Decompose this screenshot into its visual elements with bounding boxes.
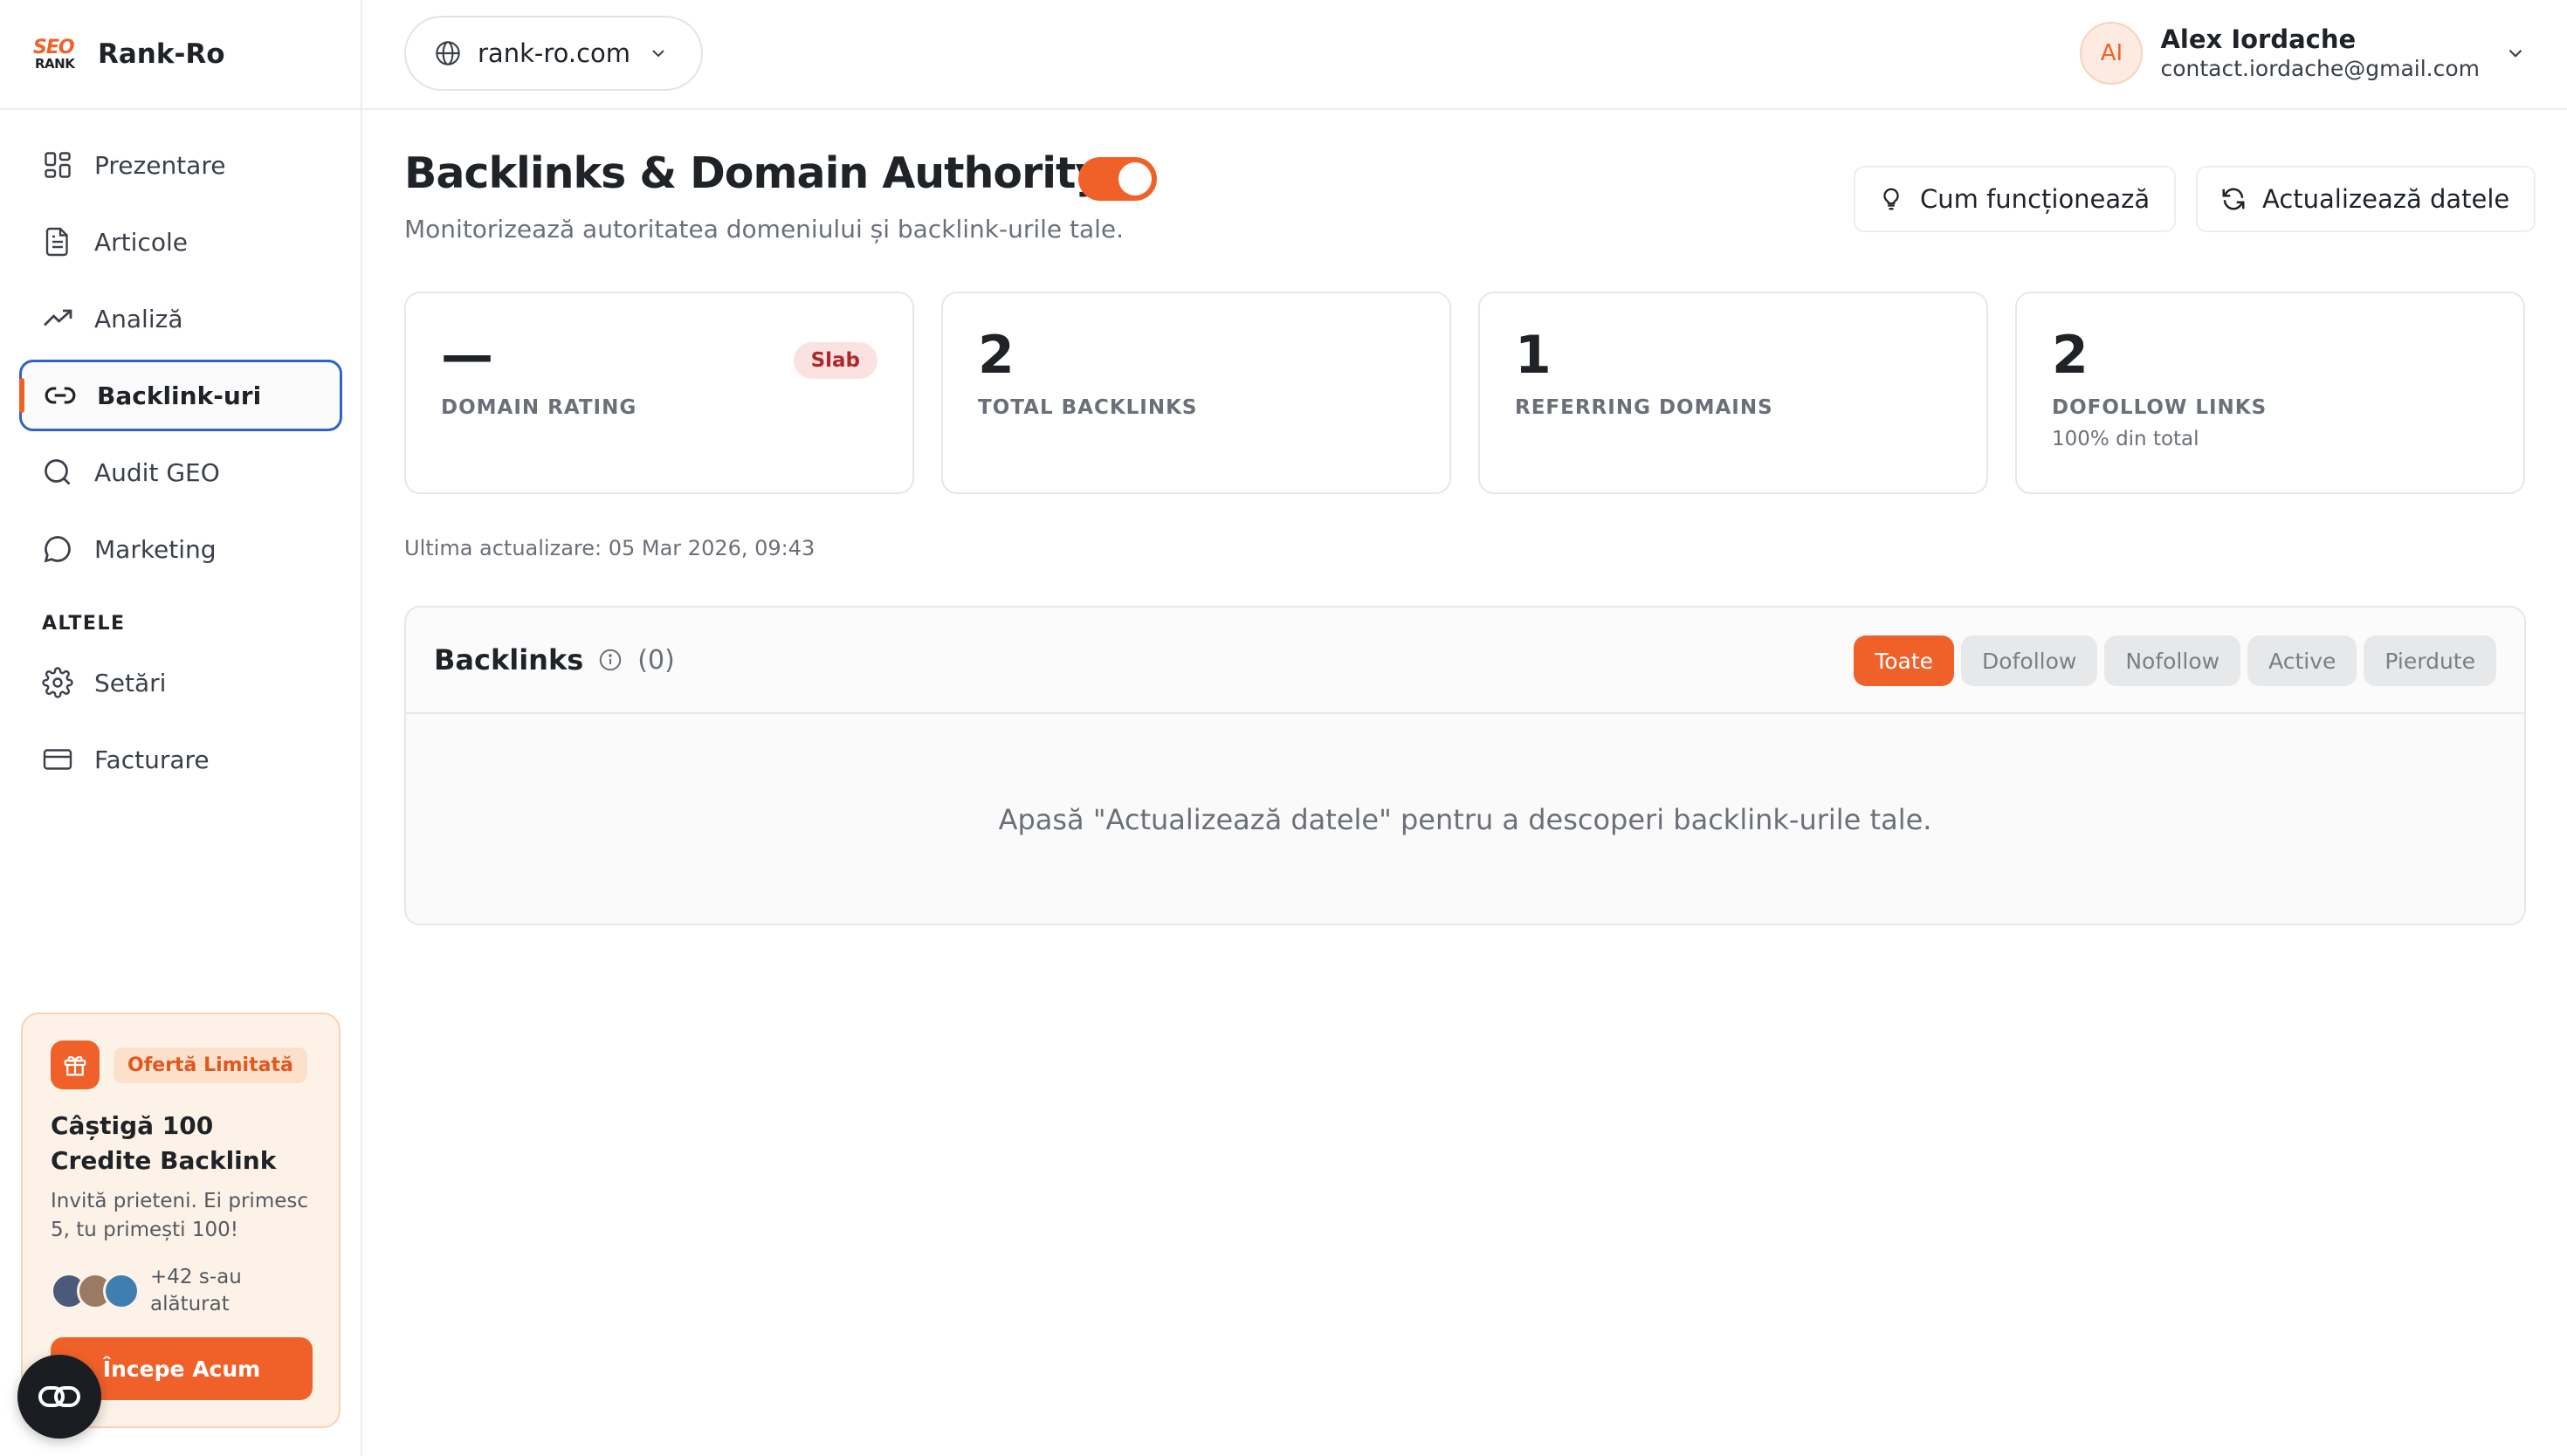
- trend-icon: [40, 301, 75, 336]
- chat-widget-button[interactable]: [17, 1355, 101, 1439]
- stat-note: 100% din total: [2052, 428, 2199, 450]
- chat-icon: [40, 532, 75, 567]
- sidebar-item-label: Facturare: [94, 745, 210, 774]
- user-avatars: [51, 1273, 140, 1309]
- sidebar: SEO RANK Rank-Ro Prezentare Articole Ana…: [0, 0, 362, 1456]
- status-badge: Slab: [793, 342, 877, 379]
- backlinks-panel: Backlinks (0) Toate Dofollow Nofollow Ac…: [404, 606, 2526, 925]
- page-subtitle: Monitorizează autoritatea domeniului și …: [404, 215, 1125, 244]
- monitoring-toggle[interactable]: [1078, 157, 1157, 201]
- stat-label: REFERRING DOMAINS: [1515, 396, 1773, 419]
- brand-name: Rank-Ro: [98, 38, 225, 70]
- filter-nofollow[interactable]: Nofollow: [2104, 635, 2241, 686]
- refresh-data-label: Actualizează datele: [2262, 184, 2510, 214]
- sidebar-item-label: Setări: [94, 668, 167, 697]
- sidebar-item-backlink-uri[interactable]: Backlink-uri: [19, 360, 342, 431]
- promo-text: Invită prieteni. Ei primesc 5, tu primeș…: [51, 1190, 309, 1241]
- gift-icon: [51, 1040, 100, 1089]
- brand-logo: SEO RANK: [33, 37, 79, 72]
- empty-state-message: Apasă "Actualizează datele" pentru a des…: [406, 714, 2524, 924]
- sidebar-item-analiza[interactable]: Analiză: [19, 283, 342, 354]
- filter-toate[interactable]: Toate: [1854, 635, 1955, 686]
- stat-card-total-backlinks: 2 TOTAL BACKLINKS: [941, 292, 1451, 494]
- filter-dofollow[interactable]: Dofollow: [1961, 635, 2098, 686]
- stat-value: 2: [2052, 325, 2089, 386]
- stat-label: DOMAIN RATING: [441, 396, 637, 419]
- stats-cards: — DOMAIN RATING Slab 2 TOTAL BACKLINKS 1…: [404, 292, 2526, 494]
- sidebar-item-facturare[interactable]: Facturare: [19, 724, 342, 795]
- stat-card-domain-rating: — DOMAIN RATING Slab: [404, 292, 914, 494]
- how-it-works-button[interactable]: Cum funcționează: [1854, 166, 2177, 232]
- user-menu[interactable]: AI Alex Iordache contact.iordache@gmail.…: [2080, 17, 2527, 89]
- panel-title: Backlinks: [434, 643, 584, 676]
- card-icon: [40, 742, 75, 777]
- sidebar-item-label: Analiză: [94, 304, 183, 333]
- how-it-works-label: Cum funcționează: [1920, 184, 2151, 214]
- sidebar-item-label: Articole: [94, 227, 188, 257]
- search-icon: [40, 455, 75, 490]
- document-icon: [40, 224, 75, 259]
- promo-title: Câștigă 100 Credite Backlink: [51, 1111, 277, 1175]
- user-info: Alex Iordache contact.iordache@gmail.com: [2160, 24, 2480, 83]
- promo-joined: +42 s-au alăturat: [51, 1264, 311, 1318]
- promo-badge: Ofertă Limitată: [114, 1047, 307, 1083]
- last-updated: Ultima actualizare: 05 Mar 2026, 09:43: [404, 536, 816, 560]
- brand[interactable]: SEO RANK Rank-Ro: [0, 0, 361, 110]
- avatar: [103, 1273, 140, 1309]
- backlink-filters: Toate Dofollow Nofollow Active Pierdute: [1847, 635, 2496, 686]
- sidebar-item-setari[interactable]: Setări: [19, 647, 342, 718]
- stat-value: 2: [978, 325, 1015, 386]
- top-bar: rank-ro.com AI Alex Iordache contact.ior…: [362, 0, 2567, 110]
- backlinks-panel-header: Backlinks (0) Toate Dofollow Nofollow Ac…: [406, 608, 2524, 714]
- avatar: AI: [2080, 22, 2144, 85]
- sidebar-nav: Prezentare Articole Analiză Backlink-uri…: [19, 129, 342, 800]
- lightbulb-icon: [1878, 186, 1904, 212]
- user-name: Alex Iordache: [2160, 24, 2357, 54]
- sidebar-section-heading: ALTELE: [42, 613, 126, 635]
- backlinks-count: (0): [637, 644, 675, 676]
- page-title: Backlinks & Domain Authority: [404, 148, 1103, 198]
- sidebar-item-label: Marketing: [94, 534, 217, 564]
- stat-label: DOFOLLOW LINKS: [2052, 396, 2268, 419]
- sidebar-item-label: Backlink-uri: [97, 381, 262, 410]
- sidebar-item-prezentare[interactable]: Prezentare: [19, 129, 342, 201]
- stat-label: TOTAL BACKLINKS: [978, 396, 1198, 419]
- domain-selector-label: rank-ro.com: [478, 38, 631, 68]
- sidebar-item-audit-geo[interactable]: Audit GEO: [19, 436, 342, 508]
- infinity-link-icon: [38, 1384, 81, 1410]
- globe-icon: [434, 39, 462, 67]
- domain-selector[interactable]: rank-ro.com: [404, 16, 703, 91]
- sidebar-item-label: Audit GEO: [94, 457, 220, 487]
- refresh-icon: [2220, 186, 2247, 212]
- user-email: contact.iordache@gmail.com: [2160, 56, 2480, 81]
- gear-icon: [40, 665, 75, 700]
- sidebar-item-articole[interactable]: Articole: [19, 206, 342, 278]
- link-icon: [43, 378, 78, 413]
- filter-active[interactable]: Active: [2247, 635, 2357, 686]
- sidebar-item-marketing[interactable]: Marketing: [19, 513, 342, 585]
- chevron-down-icon: [2504, 42, 2527, 65]
- joined-count: +42 s-au alăturat: [150, 1266, 242, 1315]
- grid-icon: [40, 148, 75, 182]
- logo-rank-text: RANK: [35, 56, 75, 72]
- stat-value: 1: [1515, 325, 1552, 386]
- filter-pierdute[interactable]: Pierdute: [2364, 635, 2496, 686]
- sidebar-item-label: Prezentare: [94, 150, 226, 180]
- info-icon[interactable]: [597, 647, 623, 673]
- stat-card-dofollow-links: 2 DOFOLLOW LINKS 100% din total: [2015, 292, 2525, 494]
- chevron-down-icon: [648, 43, 669, 64]
- refresh-data-button[interactable]: Actualizează datele: [2196, 166, 2536, 232]
- stat-card-referring-domains: 1 REFERRING DOMAINS: [1478, 292, 1988, 494]
